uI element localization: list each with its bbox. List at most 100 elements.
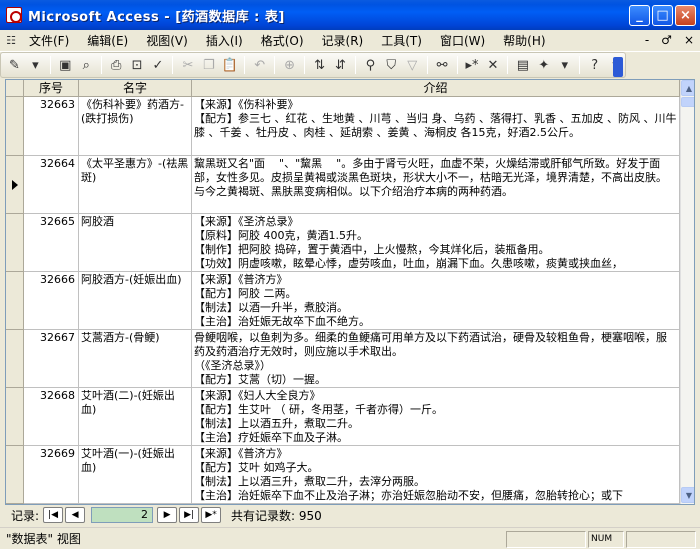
print-preview-icon[interactable]: ⊡ [128, 55, 147, 76]
next-record-icon[interactable]: ▶ [157, 507, 178, 523]
cell-intro[interactable]: 黧黑斑又名"面 "、"黧黑 "。多由于肾亏火旺，血虚不荣，火燥结滞或肝郁气所致。… [192, 156, 680, 214]
row-selector[interactable] [6, 330, 24, 388]
maximize-button[interactable]: □ [652, 5, 673, 26]
apply-filter-icon[interactable]: ▽ [403, 55, 422, 76]
row-selector[interactable] [6, 446, 24, 504]
cell-id[interactable]: 32669 [24, 446, 79, 504]
cell-name[interactable]: 《伤科补要》药酒方-(跌打损伤) [79, 97, 192, 156]
filter-by-selection-icon[interactable]: ⚲ [361, 55, 380, 76]
access-key-icon[interactable] [6, 7, 22, 23]
column-header-intro[interactable]: 介绍 [192, 80, 680, 97]
toolbar-separator [426, 56, 428, 74]
toolbar-separator [244, 56, 246, 74]
new-record-icon[interactable]: ▶* [201, 507, 222, 523]
search-file-icon[interactable]: ⌕ [77, 55, 96, 76]
cell-intro[interactable]: 【来源】《普济方》 【配方】阿胶 二两。 【制法】以酒一升半，煮胶消。 【主治】… [192, 272, 680, 330]
prev-record-icon[interactable]: ◀ [65, 507, 86, 523]
menu-help[interactable]: 帮助(H) [494, 32, 554, 49]
hyperlink-icon[interactable]: ⊕ [280, 55, 299, 76]
undo-icon[interactable]: ↶ [250, 55, 269, 76]
menu-window[interactable]: 窗口(W) [431, 32, 494, 49]
database-window-icon[interactable]: ▤ [513, 55, 532, 76]
cell-name[interactable]: 艾叶酒(二)-(妊娠出血) [79, 388, 192, 446]
view-design-icon[interactable]: ✎ [5, 55, 24, 76]
cell-id[interactable]: 32667 [24, 330, 79, 388]
current-record-input[interactable]: 2 [91, 507, 154, 523]
scroll-up-icon[interactable]: ▲ [681, 80, 694, 96]
table-icon[interactable]: ☷ [2, 33, 20, 49]
record-navigator: 记录: |◀ ◀ 2 ▶ ▶| ▶* 共有记录数: 950 [5, 505, 695, 525]
scroll-thumb[interactable] [681, 97, 694, 107]
toolbar-separator [304, 56, 306, 74]
menu-format[interactable]: 格式(O) [252, 32, 313, 49]
status-panel [626, 531, 696, 548]
doc-minimize-button[interactable]: - [645, 33, 649, 47]
cell-intro[interactable]: 【来源】《普济方》 【配方】艾叶 如鸡子大。 【制法】上以酒三升，煮取二升，去滓… [192, 446, 680, 504]
scroll-down-icon[interactable]: ▼ [681, 487, 694, 503]
new-object-icon[interactable]: ✦ [534, 55, 553, 76]
column-header-name[interactable]: 名字 [79, 80, 192, 97]
menu-file[interactable]: 文件(F) [20, 32, 78, 49]
toolbar: ✎ ▾ ▣ ⌕ ⎙ ⊡ ✓ ✂ ❐ 📋 ↶ ⊕ ⇅ ⇵ ⚲ ⛉ ▽ ⚯ ▸* ✕… [0, 52, 626, 78]
toolbar-separator [507, 56, 509, 74]
filter-by-form-icon[interactable]: ⛉ [382, 55, 401, 76]
cell-name[interactable]: 阿胶酒 [79, 214, 192, 272]
menu-tools[interactable]: 工具(T) [372, 32, 431, 49]
menu-insert[interactable]: 插入(I) [197, 32, 252, 49]
new-record-icon[interactable]: ▸* [463, 55, 482, 76]
last-record-icon[interactable]: ▶| [179, 507, 200, 523]
minimize-button[interactable]: _ [629, 5, 650, 26]
row-selector[interactable] [6, 388, 24, 446]
select-all-corner[interactable] [6, 80, 24, 97]
toolbar-separator [354, 56, 356, 74]
cell-id[interactable]: 32668 [24, 388, 79, 446]
dropdown-arrow-icon[interactable]: ▾ [26, 55, 45, 76]
cell-name[interactable]: 阿胶酒方-(妊娠出血) [79, 272, 192, 330]
cell-name[interactable]: 艾蒿酒方-(骨鲠) [79, 330, 192, 388]
toolbar-separator [100, 56, 102, 74]
cell-id[interactable]: 32665 [24, 214, 79, 272]
row-selector[interactable] [6, 214, 24, 272]
paste-icon[interactable]: 📋 [220, 55, 239, 76]
delete-record-icon[interactable]: ✕ [484, 55, 503, 76]
print-icon[interactable]: ⎙ [107, 55, 126, 76]
view-status: "数据表" 视图 [6, 532, 81, 546]
toolbar-separator [49, 56, 51, 74]
vertical-scrollbar[interactable]: ▲ ▼ [680, 80, 694, 504]
cell-intro[interactable]: 骨鲠咽喉，以鱼刺为多。细柔的鱼鲠痛可用单方及以下药酒试治，硬骨及较粗鱼骨，梗塞咽… [192, 330, 680, 388]
dropdown-arrow-icon[interactable]: ▾ [555, 55, 574, 76]
cell-intro[interactable]: 【来源】《圣济总录》 【原料】阿胶 400克，黄酒1.5升。 【制作】把阿胶 捣… [192, 214, 680, 272]
cut-icon[interactable]: ✂ [178, 55, 197, 76]
spelling-icon[interactable]: ✓ [149, 55, 168, 76]
close-button[interactable]: × [675, 5, 696, 26]
cell-id[interactable]: 32663 [24, 97, 79, 156]
first-record-icon[interactable]: |◀ [43, 507, 64, 523]
cell-id[interactable]: 32666 [24, 272, 79, 330]
cell-intro[interactable]: 【来源】《妇人大全良方》 【配方】生艾叶 （ 研，冬用茎，千者亦得）一斤。 【制… [192, 388, 680, 446]
cell-intro[interactable]: 【来源】《伤科补要》 【配方】参三七 、红花 、生地黄 、川芎 、当归 身、乌药… [192, 97, 680, 156]
menu-records[interactable]: 记录(R) [313, 32, 373, 49]
doc-restore-button[interactable]: ♂ [661, 33, 672, 47]
doc-close-button[interactable]: × [684, 33, 694, 47]
toolbar-options-icon[interactable] [613, 57, 623, 77]
menu-bar: ☷ 文件(F) 编辑(E) 视图(V) 插入(I) 格式(O) 记录(R) 工具… [0, 30, 700, 52]
sort-descending-icon[interactable]: ⇵ [331, 55, 350, 76]
cell-name[interactable]: 艾叶酒(一)-(妊娠出血) [79, 446, 192, 504]
help-icon[interactable]: ? [585, 55, 604, 76]
cell-name[interactable]: 《太平圣惠方》-(祛黑斑) [79, 156, 192, 214]
record-label: 记录: [11, 508, 40, 523]
row-selector-current[interactable] [6, 156, 24, 214]
row-selector[interactable] [6, 272, 24, 330]
column-header-id[interactable]: 序号 [24, 80, 79, 97]
sort-ascending-icon[interactable]: ⇅ [310, 55, 329, 76]
status-bar: "数据表" 视图 NUM [0, 527, 700, 549]
menu-view[interactable]: 视图(V) [137, 32, 197, 49]
cell-id[interactable]: 32664 [24, 156, 79, 214]
menu-edit[interactable]: 编辑(E) [78, 32, 137, 49]
save-icon[interactable]: ▣ [56, 55, 75, 76]
find-icon[interactable]: ⚯ [433, 55, 452, 76]
window-title: Microsoft Access - [药酒数据库 : 表] [28, 9, 285, 25]
row-selector[interactable] [6, 97, 24, 156]
copy-icon[interactable]: ❐ [199, 55, 218, 76]
datasheet-grid: 序号 名字 介绍 32663 《伤科补要》药酒方-(跌打损伤) 【来源】《伤科补… [5, 79, 695, 505]
